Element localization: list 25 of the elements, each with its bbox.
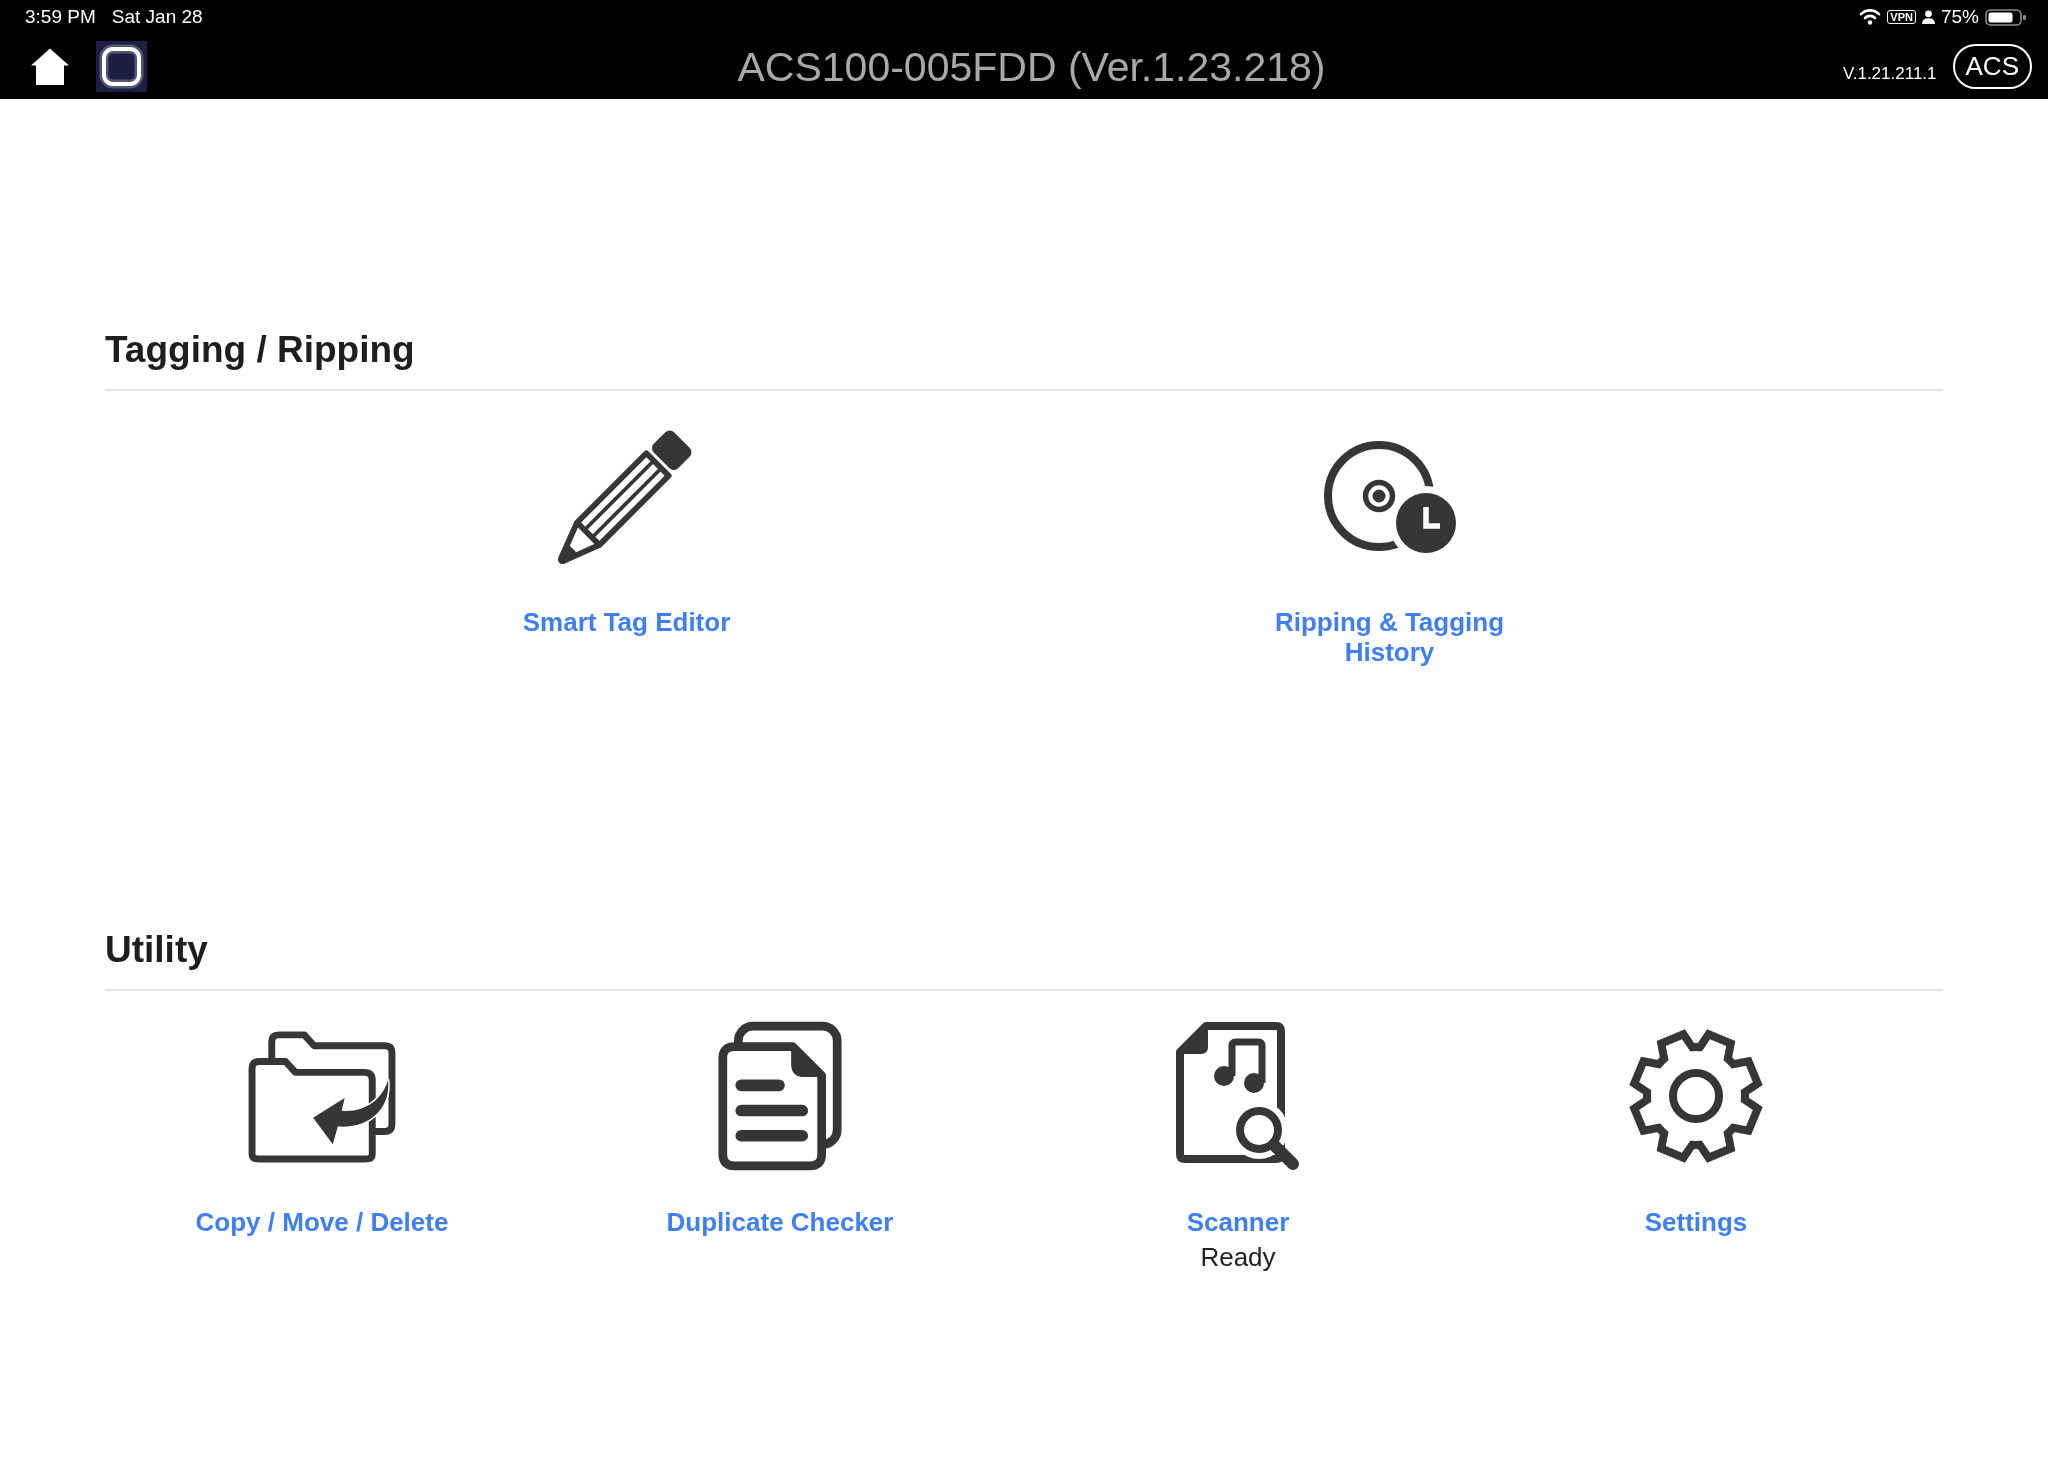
menu-tile[interactable]: Scanner <box>1175 1020 1301 1237</box>
vpn-indicator: VPN <box>1887 10 1916 24</box>
menu-tile[interactable]: Copy / Move / Delete <box>195 1020 449 1237</box>
wifi-icon <box>1859 9 1882 25</box>
battery-percent: 75% <box>1940 6 1979 28</box>
version-text: V.1.21.211.1 <box>1842 63 1937 84</box>
documents-icon <box>717 1021 843 1171</box>
folders-arrow-icon <box>248 1029 396 1163</box>
disc-clock-icon <box>1323 439 1456 553</box>
menu-tile[interactable]: Smart Tag Editor <box>522 420 731 637</box>
header-button[interactable]: ACS <box>1952 44 2032 89</box>
section-title: Utility <box>105 928 209 972</box>
section-title: Tagging / Ripping <box>105 328 416 372</box>
menu-tile[interactable]: Settings <box>1626 1020 1766 1237</box>
battery-icon <box>1985 8 2027 26</box>
app-title: ACS100-005FDD (Ver.1.23.218) <box>737 42 1326 91</box>
status-text: Ready <box>1200 1242 1276 1272</box>
music-file-search-icon <box>1175 1021 1301 1171</box>
menu-tile[interactable]: Duplicate Checker <box>666 1020 894 1237</box>
menu-tile[interactable]: Ripping & Tagging History <box>1244 420 1535 667</box>
date-text: Sat Jan 28 <box>111 6 203 28</box>
home-icon[interactable] <box>31 48 69 85</box>
person-icon <box>1921 10 1935 24</box>
time-text: 3:59 PM <box>25 6 96 28</box>
rounded-square-icon[interactable] <box>96 41 147 92</box>
